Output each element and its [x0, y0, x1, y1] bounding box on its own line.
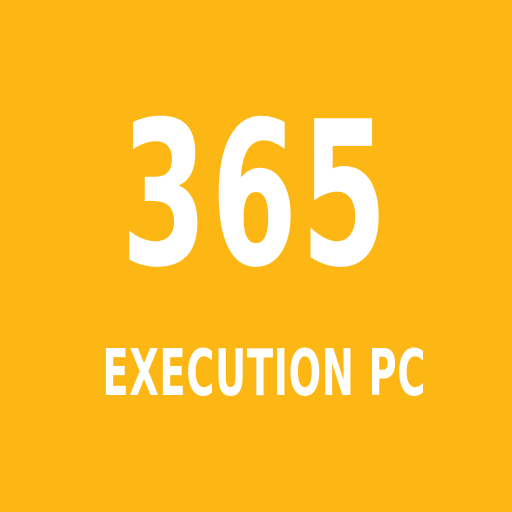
- logo-tile: 365 EXECUTION PC: [0, 0, 512, 512]
- logo-number: 365: [120, 79, 391, 312]
- logo-subtitle: EXECUTION PC: [102, 337, 426, 411]
